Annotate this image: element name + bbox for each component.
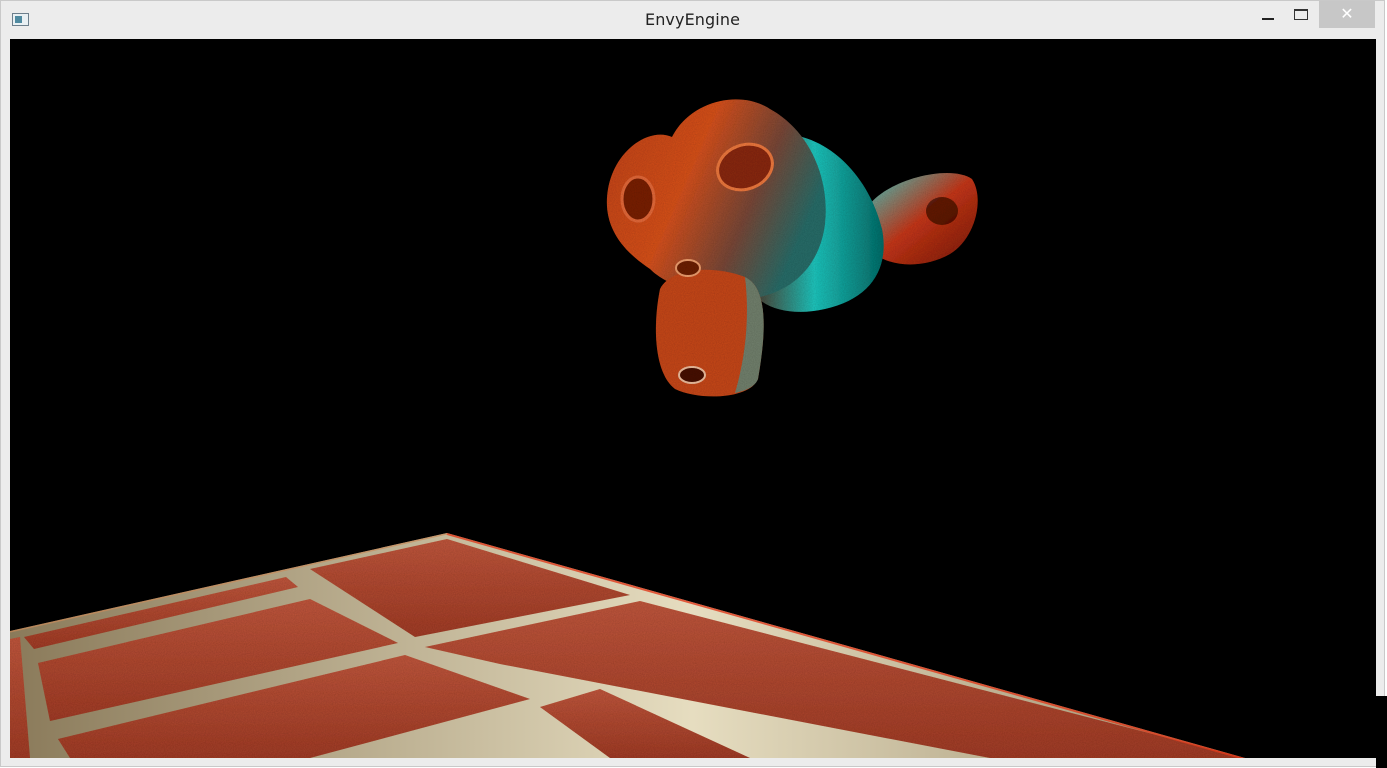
- render-viewport[interactable]: [10, 39, 1376, 758]
- monkey-head-model: [606, 99, 978, 397]
- minimize-button[interactable]: [1252, 1, 1284, 28]
- monkey-left-eye: [620, 175, 656, 223]
- monkey-mouth: [678, 366, 706, 384]
- close-button[interactable]: ✕: [1319, 1, 1375, 28]
- minimize-icon: [1262, 18, 1274, 20]
- maximize-icon: [1294, 9, 1308, 20]
- window-title: EnvyEngine: [644, 10, 741, 29]
- close-icon: ✕: [1340, 4, 1354, 23]
- title-bar[interactable]: EnvyEngine ✕: [1, 1, 1384, 38]
- brick-floor-plane: [10, 533, 1245, 758]
- desktop-edge: [1376, 696, 1387, 768]
- maximize-button[interactable]: [1285, 1, 1317, 28]
- app-window: EnvyEngine ✕: [0, 0, 1385, 767]
